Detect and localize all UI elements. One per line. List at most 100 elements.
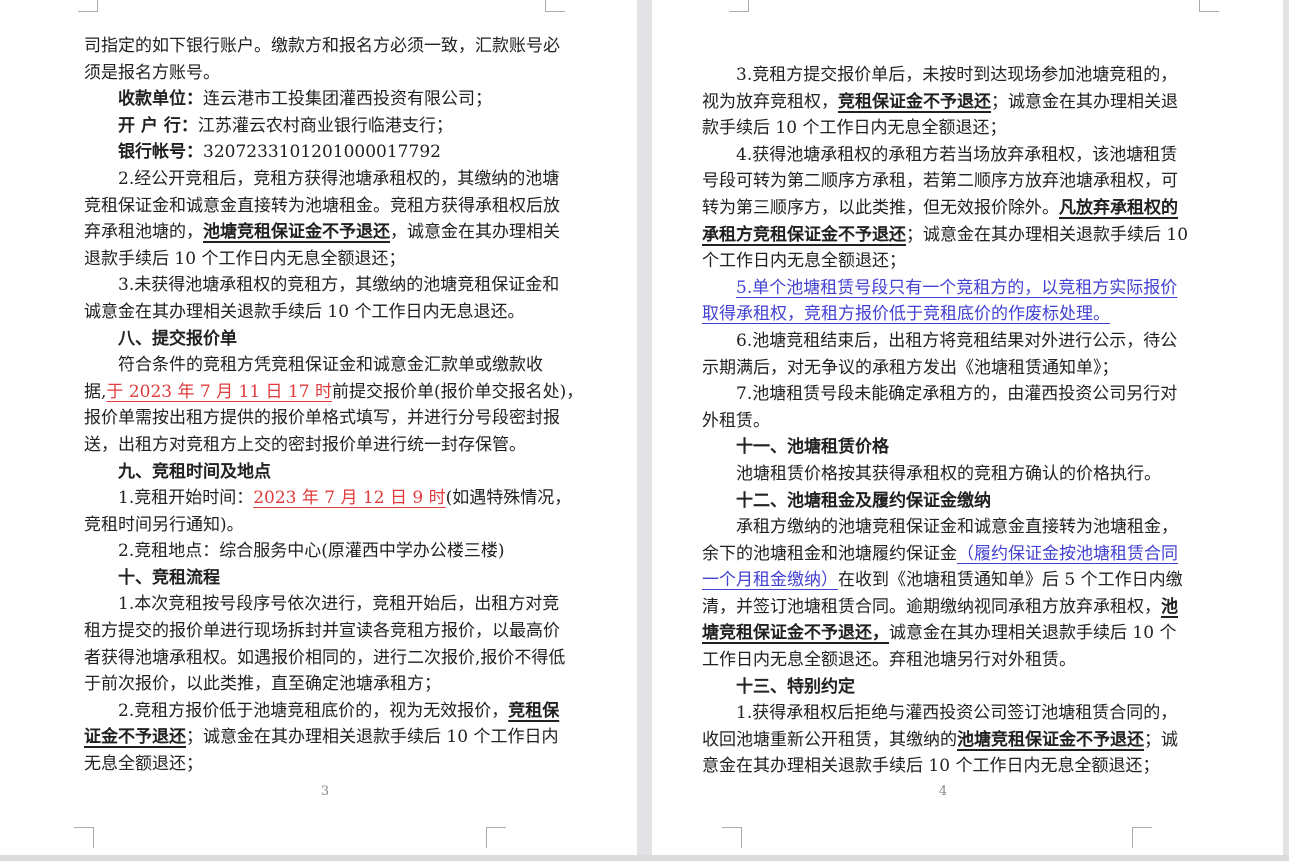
- text-segment: 符合条件的竞租方凭竞租保证金和诚意金汇款单或缴款收: [118, 355, 543, 375]
- text-line: 十、竞租流程: [84, 565, 584, 592]
- text-segment: 款手续后 10 个工作日内无息全额退还；: [702, 118, 1006, 138]
- text-segment: 十三、特别约定: [736, 677, 855, 697]
- text-line: 1.获得承租权后拒绝与灌西投资公司签订池塘租赁合同的，: [702, 700, 1202, 727]
- text-line: 示期满后，对无争议的承租方发出《池塘租赁通知单》；: [702, 355, 1202, 382]
- text-line: 诚意金在其办理相关退款手续后 10 个工作日内无息退还。: [84, 299, 584, 326]
- text-line: 无息全额退还；: [84, 751, 584, 778]
- text-line: 意金在其办理相关退款手续后 10 个工作日内无息全额退还；: [702, 753, 1202, 780]
- text-segment: 2.竞租地点：综合服务中心(原灌西中学办公楼三楼): [118, 541, 504, 561]
- text-segment: 池塘竞租保证金不予退还: [957, 730, 1144, 750]
- text-segment: 取得承租权，竞租方报价低于竞租底价的作废标处理。: [702, 304, 1110, 324]
- text-line: 银行帐号：3207233101201000017792: [84, 139, 584, 166]
- text-segment: 报价单需按出租方提供的报价单格式填写，并进行分号段密封报: [84, 408, 560, 428]
- text-segment: 江苏灌云农村商业银行临港支行；: [198, 116, 453, 136]
- text-segment: 凡放弃承租权的: [1059, 198, 1178, 218]
- text-line: 收回池塘重新公开租赁，其缴纳的池塘竞租保证金不予退还；诚: [702, 727, 1202, 754]
- text-line: 一个月租金缴纳）在收到《池塘租赁通知单》后 5 个工作日内缴: [702, 567, 1202, 594]
- text-segment: 1.本次竞租按号段序号依次进行，竞租开始后，出租方对竞: [118, 594, 559, 614]
- text-line: 取得承租权，竞租方报价低于竞租底价的作废标处理。: [702, 301, 1202, 328]
- text-segment: (如遇特殊情况，: [446, 488, 572, 508]
- window-edge-right: [1283, 0, 1289, 861]
- text-segment: 个工作日内无息全额退还；: [702, 251, 906, 271]
- text-line: 于前次报价，以此类推，直至确定池塘承租方；: [84, 671, 584, 698]
- text-segment: 号段可转为第二顺序方承租，若第二顺序方放弃池塘承租权，可: [702, 171, 1178, 191]
- crop-mark-top-right-p4: [1199, 0, 1219, 12]
- text-line: 4.获得池塘承租权的承租方若当场放弃承租权，该池塘租赁: [702, 142, 1202, 169]
- text-segment: 十、竞租流程: [118, 568, 220, 588]
- crop-mark-bottom-right-p4: [1132, 827, 1152, 848]
- text-segment: 1.获得承租权后拒绝与灌西投资公司签订池塘租赁合同的，: [736, 703, 1177, 723]
- text-segment: 3.竞租方提交报价单后，未按时到达现场参加池塘竞租的，: [736, 65, 1177, 85]
- page-number-4: 4: [702, 784, 1184, 799]
- text-segment: 者获得池塘承租权。如遇报价相同的，进行二次报价,报价不得低: [84, 648, 565, 668]
- text-segment: ，诚意金在其办理相关: [390, 222, 560, 242]
- text-segment: 十一、池塘租赁价格: [736, 437, 889, 457]
- text-segment: 弃承租池塘的，: [84, 222, 203, 242]
- text-line: 据,于 2023 年 7 月 11 日 17 时前提交报价单(报价单交报名处)，: [84, 379, 584, 406]
- text-segment: ；诚意金在其办理相关退款手续后 10: [906, 225, 1188, 245]
- crop-mark-top-right-p3: [545, 0, 565, 12]
- text-segment: 清，并签订池塘租赁合同。逾期缴纳视同承租方放弃承租权，: [702, 597, 1161, 617]
- text-line: 者获得池塘承租权。如遇报价相同的，进行二次报价,报价不得低: [84, 645, 584, 672]
- text-line: 十三、特别约定: [702, 674, 1202, 701]
- text-segment: 退款手续后 10 个工作日内无息全额退还；: [84, 249, 405, 269]
- text-segment: 塘竞租保证金不予退还，: [702, 623, 889, 643]
- text-segment: 视为放弃竞租权，: [702, 92, 838, 112]
- text-line: 2.经公开竞租后，竞租方获得池塘承租权的，其缴纳的池塘: [84, 166, 584, 193]
- text-segment: 1.竞租开始时间：: [118, 488, 253, 508]
- text-line: 符合条件的竞租方凭竞租保证金和诚意金汇款单或缴款收: [84, 352, 584, 379]
- text-segment: 2.经公开竞租后，竞租方获得池塘承租权的，其缴纳的池塘: [118, 169, 559, 189]
- text-segment: 一个月租金缴纳）: [702, 570, 838, 590]
- text-segment: ；诚意金在其办理相关退款手续后 10 个工作日内: [186, 727, 558, 747]
- text-line: 池塘租赁价格按其获得承租权的竞租方确认的价格执行。: [702, 461, 1202, 488]
- text-line: 清，并签订池塘租赁合同。逾期缴纳视同承租方放弃承租权，池: [702, 594, 1202, 621]
- page-number-3: 3: [84, 784, 566, 799]
- text-line: 工作日内无息全额退还。弃租池塘另行对外租赁。: [702, 647, 1202, 674]
- window-edge-bottom: [0, 855, 1289, 861]
- text-line: 3.竞租方提交报价单后，未按时到达现场参加池塘竞租的，: [702, 62, 1202, 89]
- page-3-text: 司指定的如下银行账户。缴款方和报名方必须一致，汇款账号必须是报名方账号。收款单位…: [84, 33, 584, 778]
- document-viewer: 司指定的如下银行账户。缴款方和报名方必须一致，汇款账号必须是报名方账号。收款单位…: [0, 0, 1289, 861]
- text-segment: 7.池塘租赁号段未能确定承租方的，由灌西投资公司另行对: [736, 384, 1177, 404]
- text-segment: 余下的池塘租金和池塘履约保证金: [702, 544, 957, 564]
- text-line: 报价单需按出租方提供的报价单格式填写，并进行分号段密封报: [84, 405, 584, 432]
- text-segment: 池塘竞租保证金不予退还: [203, 222, 390, 242]
- text-line: 转为第三顺序方，以此类推，但无效报价除外。凡放弃承租权的: [702, 195, 1202, 222]
- text-line: 开 户 行：江苏灌云农村商业银行临港支行；: [84, 113, 584, 140]
- text-segment: 意金在其办理相关退款手续后 10 个工作日内无息全额退还；: [702, 756, 1159, 776]
- text-segment: （履约保证金按池塘租赁合同: [957, 544, 1178, 564]
- text-line: 证金不予退还；诚意金在其办理相关退款手续后 10 个工作日内: [84, 724, 584, 751]
- text-line: 弃承租池塘的，池塘竞租保证金不予退还，诚意金在其办理相关: [84, 219, 584, 246]
- page-gap: [637, 0, 652, 855]
- text-segment: 连云港市工投集团灌西投资有限公司；: [203, 89, 492, 109]
- text-line: 九、竞租时间及地点: [84, 459, 584, 486]
- crop-mark-bottom-left-p3: [74, 827, 94, 848]
- text-segment: 无息全额退还；: [84, 754, 203, 774]
- text-line: 送，出租方对竞租方上交的密封报价单进行统一封存保管。: [84, 432, 584, 459]
- text-segment: 在收到《池塘租赁通知单》后 5 个工作日内缴: [838, 570, 1183, 590]
- text-segment: 收回池塘重新公开租赁，其缴纳的: [702, 730, 957, 750]
- text-line: 2.竞租方报价低于池塘竞租底价的，视为无效报价，竞租保: [84, 698, 584, 725]
- text-segment: 十二、池塘租金及履约保证金缴纳: [736, 491, 991, 511]
- text-line: 退款手续后 10 个工作日内无息全额退还；: [84, 246, 584, 273]
- text-line: 租方提交的报价单进行现场拆封并宣读各竞租方报价，以最高价: [84, 618, 584, 645]
- text-line: 十二、池塘租金及履约保证金缴纳: [702, 488, 1202, 515]
- text-line: 视为放弃竞租权，竞租保证金不予退还；诚意金在其办理相关退: [702, 89, 1202, 116]
- text-line: 竞租保证金和诚意金直接转为池塘租金。竞租方获得承租权后放: [84, 193, 584, 220]
- text-line: 承租方竞租保证金不予退还；诚意金在其办理相关退款手续后 10: [702, 222, 1202, 249]
- text-segment: 须是报名方账号。: [84, 63, 220, 83]
- text-line: 外租赁。: [702, 408, 1202, 435]
- text-line: 塘竞租保证金不予退还，诚意金在其办理相关退款手续后 10 个: [702, 620, 1202, 647]
- text-segment: 池塘租赁价格按其获得承租权的竞租方确认的价格执行。: [736, 464, 1161, 484]
- text-segment: 前提交报价单(报价单交报名处)，: [332, 382, 583, 402]
- text-line: 八、提交报价单: [84, 326, 584, 353]
- text-segment: ；诚意金在其办理相关退: [991, 92, 1178, 112]
- text-segment: 6.池塘竞租结束后，出租方将竞租结果对外进行公示，待公: [736, 331, 1177, 351]
- text-segment: 租方提交的报价单进行现场拆封并宣读各竞租方报价，以最高价: [84, 621, 560, 641]
- text-line: 5.单个池塘租赁号段只有一个竞租方的，以竞租方实际报价: [702, 275, 1202, 302]
- text-line: 个工作日内无息全额退还；: [702, 248, 1202, 275]
- text-line: 3.未获得池塘承租权的竞租方，其缴纳的池塘竞租保证金和: [84, 272, 584, 299]
- text-segment: 诚意金在其办理相关退款手续后 10 个: [889, 623, 1176, 643]
- text-line: 7.池塘租赁号段未能确定承租方的，由灌西投资公司另行对: [702, 381, 1202, 408]
- crop-mark-bottom-right-p3: [486, 827, 506, 848]
